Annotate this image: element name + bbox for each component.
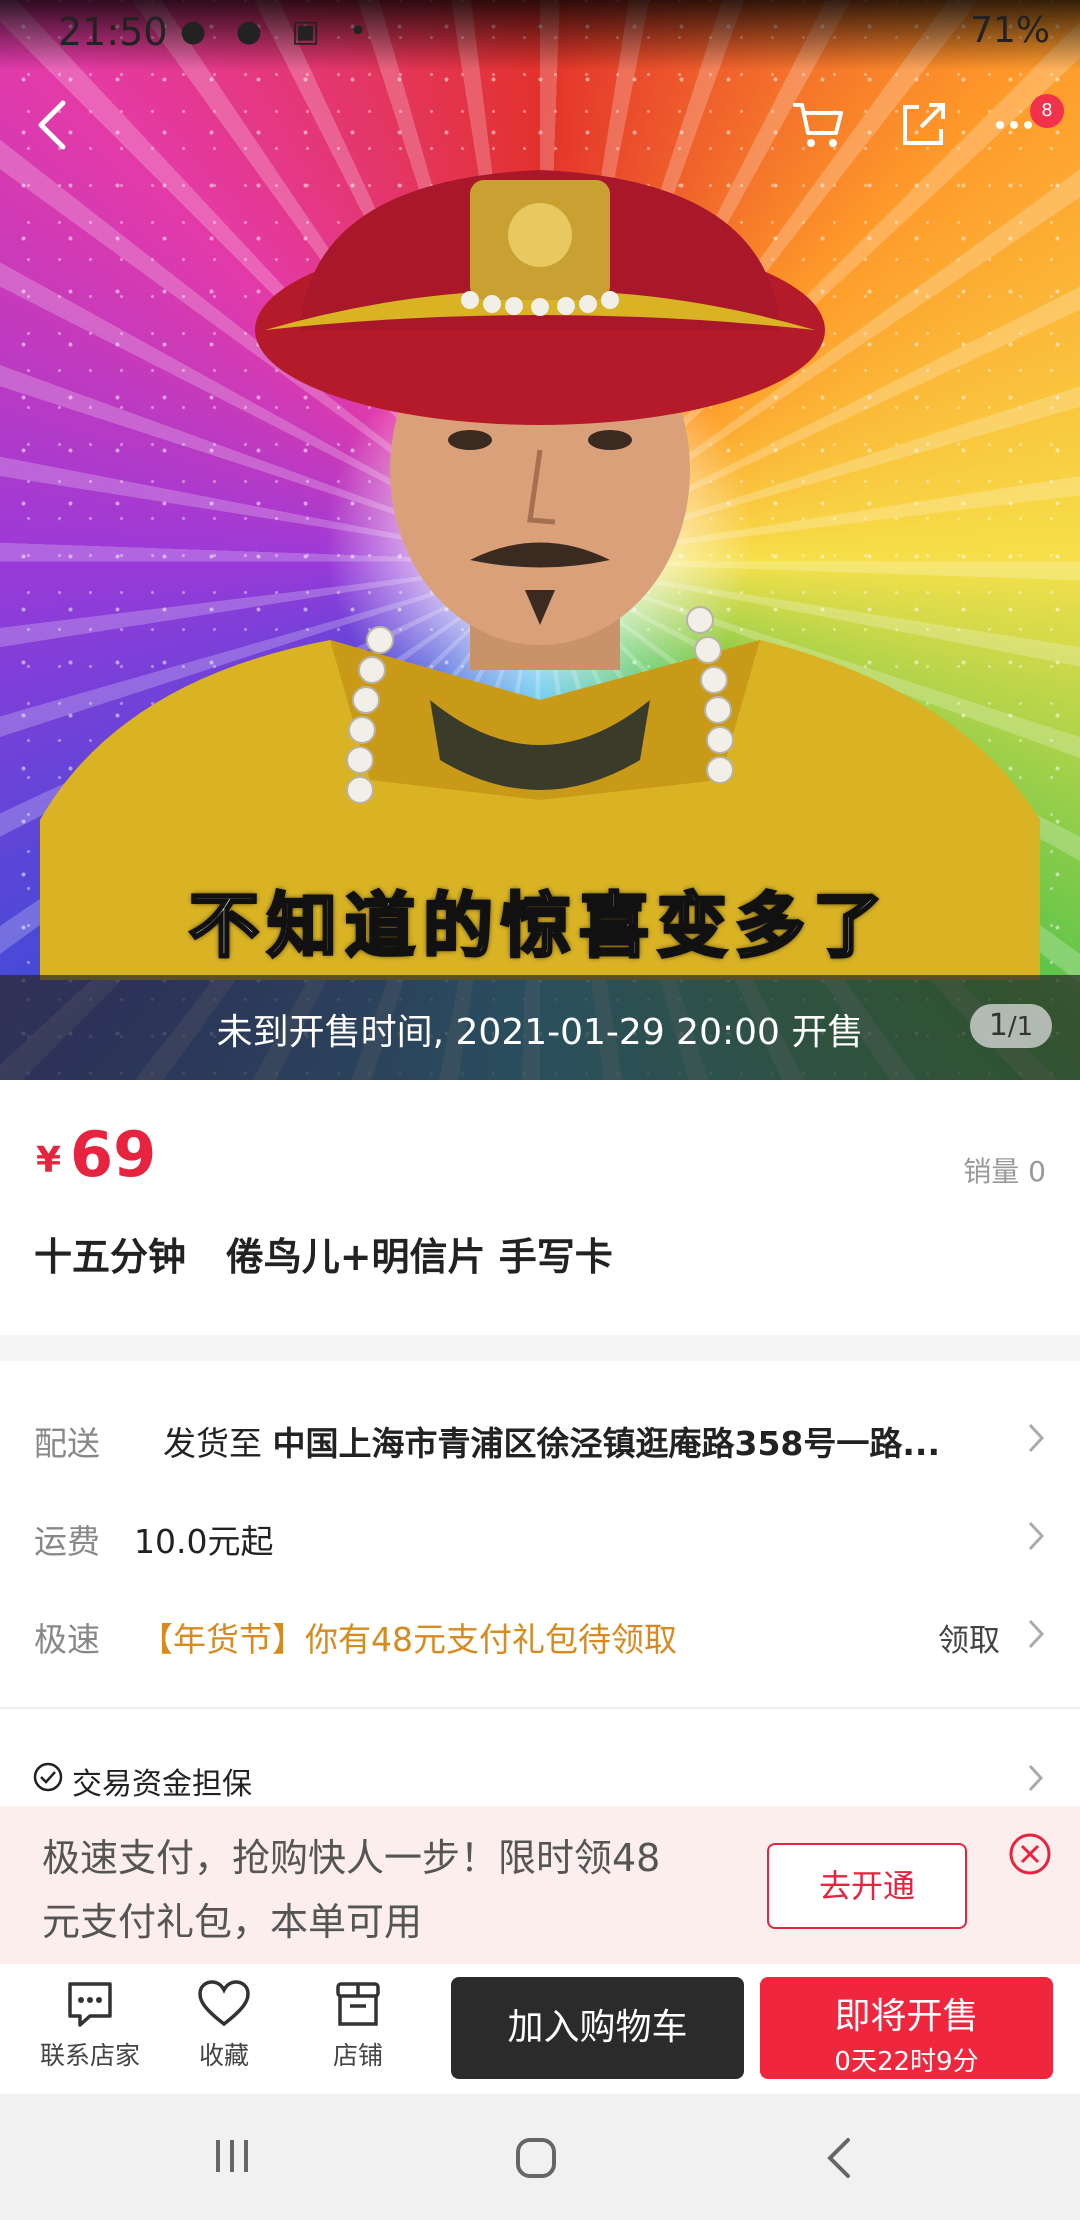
shipping-row[interactable]: 配送 发货至 中国上海市青浦区徐泾镇逛庵路358号一路... <box>0 1395 1080 1485</box>
favorite-label: 收藏 <box>198 2041 249 2070</box>
contact-label: 联系店家 <box>39 2041 140 2070</box>
guarantee-row[interactable]: 交易资金担保 <box>0 1755 1080 1805</box>
store-icon <box>336 1982 380 2026</box>
express-row[interactable]: 极速 【年货节】你有48元支付礼包待领取 领取 <box>0 1591 1080 1681</box>
guarantee-label: 交易资金担保 <box>72 1767 252 1802</box>
notification-icons: ● ● ▣ • <box>180 14 378 49</box>
back-nav-icon[interactable] <box>822 2134 856 2182</box>
chevron-right-icon <box>1028 1521 1045 1551</box>
activate-button[interactable]: 去开通 <box>767 1843 967 1929</box>
contact-seller-button[interactable]: 联系店家 <box>30 1978 150 2072</box>
back-arrow-icon <box>38 100 66 150</box>
cart-icon <box>793 103 843 147</box>
status-bar: 21:50 ● ● ▣ • 71% <box>0 0 1080 70</box>
shipping-address: 中国上海市青浦区徐泾镇逛庵路358号一路... <box>272 1424 941 1463</box>
battery-level: 71% <box>969 10 1050 51</box>
divider <box>0 1707 1080 1709</box>
store-label: 店铺 <box>332 2041 383 2070</box>
currency-symbol: ¥ <box>36 1140 62 1181</box>
add-to-cart-button[interactable]: 加入购物车 <box>451 1977 744 2079</box>
system-nav-bar <box>0 2094 1080 2220</box>
shipping-label: 配送 <box>34 1424 100 1463</box>
chat-icon <box>68 1982 112 2027</box>
close-icon[interactable] <box>1008 1832 1052 1876</box>
cart-button[interactable] <box>783 90 853 160</box>
sales-count: 销量 0 <box>963 1155 1046 1188</box>
bottom-action-bar: 联系店家 收藏 店铺 加入购物车 即将开售 0天22时9分 <box>0 1964 1080 2094</box>
more-badge: 8 <box>1030 94 1064 128</box>
favorite-button[interactable]: 收藏 <box>164 1978 284 2072</box>
chevron-right-icon <box>1028 1423 1045 1453</box>
shipping-prefix: 发货至 <box>163 1424 273 1463</box>
sale-time-text: 未到开售时间, 2021-01-29 20:00 开售 <box>216 1012 864 1053</box>
back-button[interactable] <box>18 90 88 160</box>
sale-time-bar: 未到开售时间, 2021-01-29 20:00 开售 <box>0 975 1080 1080</box>
image-caption: 不知道的惊喜变多了 <box>188 884 891 969</box>
coming-soon-label: 即将开售 <box>834 1996 979 2037</box>
chevron-right-icon <box>1028 1619 1045 1649</box>
image-pager: 1/1 <box>970 1004 1052 1048</box>
express-label: 极速 <box>34 1620 100 1659</box>
section-gap <box>0 1335 1080 1361</box>
share-icon <box>903 103 945 145</box>
status-time: 21:50 <box>58 10 168 54</box>
product-title: 十五分钟 倦鸟儿+明信片 手写卡 <box>34 1235 613 1279</box>
shipping-value: 发货至 中国上海市青浦区徐泾镇逛庵路358号一路... <box>163 1417 940 1465</box>
check-circle-icon <box>33 1762 63 1792</box>
product-price: 69 <box>70 1118 157 1191</box>
heart-icon <box>198 1980 250 2027</box>
countdown-text: 0天22时9分 <box>834 2047 979 2077</box>
pager-total: /1 <box>1007 1012 1034 1042</box>
store-button[interactable]: 店铺 <box>298 1978 418 2072</box>
fee-row[interactable]: 运费 10.0元起 <box>0 1493 1080 1583</box>
express-promo: 【年货节】你有48元支付礼包待领取 <box>140 1620 677 1659</box>
pager-current: 1 <box>988 1008 1008 1043</box>
fee-value: 10.0元起 <box>134 1522 274 1561</box>
promo-banner: 极速支付，抢购快人一步！限时领48元支付礼包，本单可用 去开通 <box>0 1806 1080 1964</box>
chevron-right-icon <box>1028 1764 1044 1792</box>
recent-apps-icon[interactable] <box>210 2134 254 2178</box>
claim-link[interactable]: 领取 <box>938 1615 1000 1660</box>
share-button[interactable] <box>888 90 958 160</box>
promo-message: 极速支付，抢购快人一步！限时领48元支付礼包，本单可用 <box>42 1836 661 1944</box>
fee-label: 运费 <box>34 1522 100 1561</box>
coming-soon-button[interactable]: 即将开售 0天22时9分 <box>760 1977 1053 2079</box>
home-icon[interactable] <box>512 2134 560 2182</box>
product-image[interactable]: 不知道的惊喜变多了 未到开售时间, 2021-01-29 20:00 开售 1/… <box>0 0 1080 1080</box>
